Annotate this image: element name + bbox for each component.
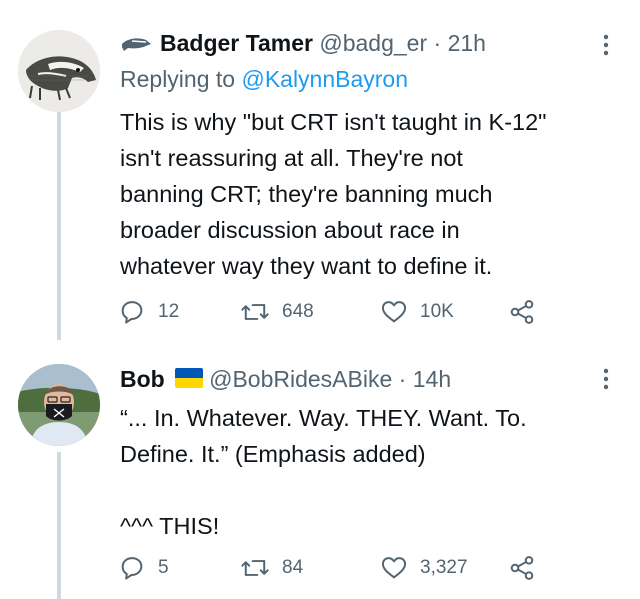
text-line: broader discussion about race in (120, 217, 460, 243)
like-button[interactable]: 3,327 (380, 554, 468, 582)
tweet-2-header: Bob @BobRidesABike · 14h (120, 366, 451, 394)
reply-count: 5 (158, 557, 169, 578)
more-options-icon[interactable] (598, 32, 614, 62)
text-line: banning CRT; they're banning much (120, 181, 493, 207)
like-button[interactable]: 10K (380, 298, 454, 326)
badger-icon (120, 31, 152, 58)
user-handle[interactable]: @badg_er (319, 30, 427, 56)
avatar-badger[interactable] (18, 30, 100, 112)
share-icon (510, 300, 534, 324)
tweet-1-header: Badger Tamer @badg_er · 21h (120, 30, 486, 58)
retweet-count: 84 (282, 557, 304, 578)
replying-to-link[interactable]: @KalynnBayron (241, 66, 408, 92)
tweet-2[interactable]: Bob @BobRidesABike · 14h “... In. Whatev… (0, 342, 640, 599)
separator-dot: · (433, 30, 442, 56)
retweet-icon (241, 560, 269, 576)
heart-icon (381, 557, 407, 579)
like-count: 3,327 (420, 557, 468, 578)
timestamp[interactable]: 14h (413, 366, 451, 392)
reply-button[interactable]: 12 (118, 298, 179, 326)
heart-icon (381, 301, 407, 323)
share-icon (510, 556, 534, 580)
tweet-1-text: This is why "but CRT isn't taught in K-1… (120, 104, 620, 284)
text-line: isn't reassuring at all. They're not (120, 145, 463, 171)
avatar-bob[interactable] (18, 364, 100, 446)
more-options-icon[interactable] (598, 366, 614, 396)
man-with-mask-icon (18, 364, 100, 446)
separator-dot: · (398, 366, 407, 392)
retweet-icon (241, 304, 269, 320)
replying-prefix: Replying to (120, 66, 236, 92)
ukraine-flag-icon (175, 367, 204, 394)
text-line-blank (120, 472, 620, 508)
reply-count: 12 (158, 301, 180, 322)
reply-icon (121, 557, 143, 580)
text-line: whatever way they want to define it. (120, 253, 493, 279)
badger-drawing-icon (18, 30, 100, 112)
retweet-count: 648 (282, 301, 314, 322)
text-line: Define. It.” (Emphasis added) (120, 441, 426, 467)
user-handle[interactable]: @BobRidesABike (209, 366, 392, 392)
like-count: 10K (420, 301, 454, 322)
reply-icon (121, 301, 143, 324)
tweet-1[interactable]: Badger Tamer @badg_er · 21h Replying to … (0, 0, 640, 342)
text-line: “... In. Whatever. Way. THEY. Want. To. (120, 405, 527, 431)
reply-button[interactable]: 5 (118, 554, 169, 582)
text-line: ^^^ THIS! (120, 513, 220, 539)
share-button[interactable] (508, 554, 536, 582)
text-line: This is why "but CRT isn't taught in K-1… (120, 109, 547, 135)
replying-to: Replying to @KalynnBayron (120, 66, 408, 93)
share-button[interactable] (508, 298, 536, 326)
retweet-button[interactable]: 648 (240, 298, 314, 326)
display-name[interactable]: Badger Tamer (160, 30, 313, 56)
tweet-2-text: “... In. Whatever. Way. THEY. Want. To. … (120, 400, 620, 544)
display-name[interactable]: Bob (120, 366, 165, 392)
timestamp[interactable]: 21h (448, 30, 486, 56)
retweet-button[interactable]: 84 (240, 554, 303, 582)
